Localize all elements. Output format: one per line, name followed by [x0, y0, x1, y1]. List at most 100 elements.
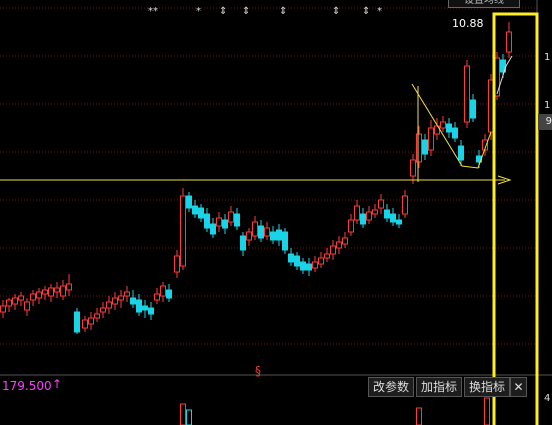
candle-body	[348, 219, 354, 233]
candle-body	[234, 213, 240, 227]
candle-body	[6, 299, 12, 307]
top-marker: ⇕	[279, 6, 288, 17]
candle-body	[336, 241, 342, 249]
candle-body	[330, 245, 336, 255]
settings-button[interactable]: 设置均线	[448, 0, 520, 8]
candle-body	[384, 209, 390, 219]
candle-body	[410, 159, 416, 177]
candle-body	[42, 289, 48, 295]
candle-body	[210, 223, 216, 235]
candle-body	[118, 295, 124, 301]
candle-body	[160, 285, 166, 297]
candle-body	[300, 261, 306, 271]
candle-body	[94, 313, 100, 319]
candle-body	[276, 229, 282, 241]
candle-body	[154, 293, 160, 301]
candle-body	[318, 257, 324, 265]
switch-indicator-button[interactable]: 换指标	[464, 377, 510, 397]
candle-body	[252, 221, 258, 237]
up-arrow-icon: ↑	[52, 377, 63, 391]
top-marker: ⇕	[332, 6, 341, 17]
candle-body	[506, 31, 512, 53]
kline-chart[interactable]	[0, 0, 552, 425]
candle-body	[306, 263, 312, 271]
candle-body	[12, 297, 18, 305]
price-axis-tick: 1	[544, 52, 551, 63]
price-axis-highlight: 9	[538, 114, 552, 130]
candle-body	[48, 287, 54, 297]
volume-bar	[484, 397, 490, 425]
candle-body	[130, 297, 136, 305]
candle-body	[54, 287, 60, 293]
close-icon[interactable]: ✕	[510, 377, 527, 397]
candle-body	[446, 123, 452, 133]
candle-body	[464, 65, 470, 123]
candle-body	[186, 195, 192, 209]
candle-body	[174, 255, 180, 273]
candle-body	[422, 139, 428, 155]
current-price-label: 10.88	[452, 17, 484, 30]
candle-body	[458, 145, 464, 161]
candle-body	[100, 307, 106, 313]
candle-body	[74, 311, 80, 333]
candle-body	[440, 121, 446, 129]
candle-body	[258, 225, 264, 239]
top-marker: ⇕	[362, 6, 371, 17]
price-axis-tick: 1	[544, 100, 551, 111]
add-indicator-button[interactable]: 加指标	[416, 377, 462, 397]
candle-body	[396, 219, 402, 225]
volume-bar	[180, 403, 186, 425]
candle-body	[18, 295, 24, 301]
candle-body	[378, 199, 384, 209]
top-marker: ⇕	[242, 6, 251, 17]
event-sign-icon[interactable]: §	[255, 364, 261, 378]
candle-body	[270, 231, 276, 241]
candle-body	[136, 299, 142, 313]
candle-body	[192, 205, 198, 215]
candle-body	[112, 297, 118, 305]
highlight-box-annotation	[492, 12, 539, 425]
candle-body	[372, 209, 378, 215]
candle-body	[366, 211, 372, 221]
candle-body	[204, 213, 210, 229]
candle-body	[124, 291, 130, 297]
modify-params-button[interactable]: 改参数	[368, 377, 414, 397]
candle-body	[30, 293, 36, 301]
candle-body	[452, 127, 458, 139]
candle-body	[198, 207, 204, 219]
indicator-axis-tick: 4	[544, 393, 551, 404]
candle-body	[180, 195, 186, 267]
volume-bar	[186, 409, 192, 425]
candle-body	[88, 317, 94, 325]
candle-body	[360, 213, 366, 225]
top-marker: **	[148, 6, 158, 17]
candle-body	[66, 283, 72, 291]
candle-body	[222, 219, 228, 229]
top-marker: ⇕	[219, 6, 228, 17]
candle-body	[282, 231, 288, 251]
candle-body	[390, 213, 396, 223]
candle-body	[142, 305, 148, 311]
candle-body	[166, 289, 172, 299]
candle-body	[294, 255, 300, 267]
indicator-value: 179.500	[2, 379, 52, 393]
candle-body	[324, 253, 330, 259]
candle-body	[354, 205, 360, 221]
candle-body	[240, 235, 246, 251]
candle-body	[264, 227, 270, 237]
candle-body	[106, 301, 112, 309]
candle-body	[428, 127, 434, 151]
candle-body	[148, 307, 154, 315]
candle-body	[228, 211, 234, 223]
candle-body	[470, 99, 476, 119]
candle-body	[36, 291, 42, 299]
candle-body	[246, 231, 252, 241]
candle-body	[312, 261, 318, 269]
volume-bar	[416, 407, 422, 425]
candle-body	[402, 195, 408, 215]
candle-body	[216, 217, 222, 227]
candle-body	[82, 319, 88, 329]
candle-body	[342, 237, 348, 245]
candle-body	[288, 253, 294, 263]
candle-body	[0, 305, 6, 313]
